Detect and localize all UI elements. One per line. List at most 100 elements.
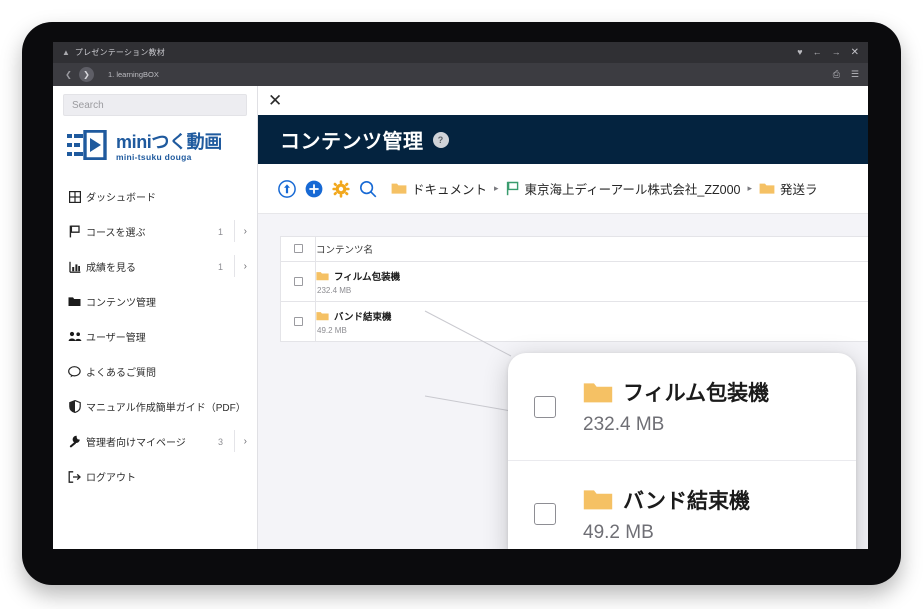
app-logo-text: miniつく動画 mini-tsuku douga — [116, 133, 222, 162]
sidebar-item-user-management[interactable]: ユーザー管理 — [53, 319, 257, 354]
browser-tabstrip: ❮ ❯ 1. learningBOX ⎙ ☰ — [53, 63, 868, 86]
flag-icon — [506, 181, 520, 196]
nav-forward-button[interactable]: ❯ — [79, 67, 94, 82]
breadcrumb-item-shipping[interactable]: 発送ラ — [759, 179, 818, 198]
sidebar-item-manual-guide-pdf[interactable]: マニュアル作成簡単ガイド（PDF） — [53, 389, 257, 424]
search-icon[interactable] — [359, 180, 377, 198]
folder-icon — [391, 182, 407, 195]
chevron-right-icon: › — [243, 226, 247, 237]
sidebar-item-select-course[interactable]: コースを選ぶ 1 › — [53, 214, 257, 249]
folder-icon — [583, 488, 613, 511]
tabstrip-actions: ⎙ ☰ — [833, 70, 868, 79]
wrench-icon — [67, 435, 82, 448]
magnified-row-title: フィルム包装機 — [583, 377, 769, 407]
sidebar-item-count: 1 — [218, 219, 236, 242]
grid-icon — [67, 190, 82, 203]
heart-icon[interactable]: ♥ — [797, 48, 802, 57]
mini-tsuku-logo-icon — [67, 129, 109, 165]
sidebar-item-view-grades[interactable]: 成績を見る 1 › — [53, 249, 257, 284]
search-input[interactable] — [63, 94, 247, 116]
arrow-right-icon[interactable]: → — [832, 48, 841, 57]
sidebar-item-admin-mypage[interactable]: 管理者向けマイページ 3 › — [53, 424, 257, 459]
row-size: 49.2 MB — [317, 325, 347, 335]
magnified-rows-callout: フィルム包装機 232.4 MB バンド結束機 49.2 MB — [508, 353, 856, 549]
sidebar-search-wrap — [53, 86, 257, 116]
sidebar-item-label: コンテンツ管理 — [86, 298, 156, 309]
row-checkbox[interactable] — [534, 503, 556, 525]
window-title: プレゼンテーション教材 — [74, 48, 165, 57]
sidebar-item-logout[interactable]: ログアウト — [53, 459, 257, 494]
close-icon[interactable]: ✕ — [268, 92, 282, 109]
sidebar-item-faq[interactable]: よくあるご質問 — [53, 354, 257, 389]
folder-icon — [583, 381, 613, 404]
content-table: コンテンツ名 フィルム包装機 232.4 MB バンド結束機 49.2 MB — [280, 236, 868, 342]
column-header-name: コンテンツ名 — [315, 236, 868, 262]
chat-icon — [67, 365, 82, 378]
row-checkbox[interactable] — [534, 395, 556, 418]
share-icon[interactable]: ⎙ — [833, 70, 840, 79]
bar-chart-icon — [67, 261, 82, 273]
row-size: 232.4 MB — [317, 285, 352, 295]
row-title-label: フィルム包装機 — [334, 271, 401, 283]
sidebar-item-label: コースを選ぶ — [86, 228, 146, 239]
close-icon[interactable]: ✕ — [851, 47, 859, 58]
magnified-row-text: バンド結束機 49.2 MB — [583, 485, 750, 544]
upload-circle-icon[interactable] — [278, 179, 296, 198]
page-header: コンテンツ管理 ? — [258, 115, 868, 164]
folder-icon — [759, 182, 775, 195]
sidebar: miniつく動画 mini-tsuku douga ダッシュボード コースを選ぶ — [53, 86, 258, 549]
sidebar-item-label: ユーザー管理 — [86, 333, 146, 344]
sidebar-item-label: 管理者向けマイページ — [86, 438, 186, 449]
sidebar-item-content-management[interactable]: コンテンツ管理 — [53, 284, 257, 319]
folder-icon — [316, 311, 329, 321]
nav-back-button[interactable]: ❮ — [61, 67, 76, 82]
magnified-row-name: バンド結束機 — [623, 489, 751, 513]
sidebar-item-label: ログアウト — [86, 473, 136, 484]
folder-icon — [67, 296, 82, 307]
sidebar-item-label: マニュアル作成簡単ガイド（PDF） — [86, 403, 246, 414]
magnified-row[interactable]: フィルム包装機 232.4 MB — [508, 353, 856, 460]
magnified-row-name: フィルム包装機 — [623, 382, 770, 405]
magnified-row-text: フィルム包装機 232.4 MB — [583, 377, 769, 436]
select-all-checkbox[interactable] — [293, 244, 303, 253]
page-title: コンテンツ管理 — [280, 131, 424, 153]
table-row[interactable]: バンド結束機 49.2 MB — [280, 301, 868, 342]
magnified-row-title: バンド結束機 — [583, 485, 750, 515]
breadcrumb-separator: ▸ — [747, 183, 753, 193]
plus-circle-icon[interactable] — [305, 180, 323, 198]
row-checkbox[interactable] — [293, 316, 303, 326]
breadcrumb-item-company[interactable]: 東京海上ディーアール株式会社_ZZ000 — [506, 179, 741, 198]
row-title[interactable]: フィルム包装機 — [316, 269, 868, 283]
row-name-cell: バンド結束機 49.2 MB — [315, 301, 868, 342]
table-header-row: コンテンツ名 — [280, 236, 868, 262]
app-logo[interactable]: miniつく動画 mini-tsuku douga — [53, 116, 257, 179]
breadcrumb-item-documents[interactable]: ドキュメント — [391, 179, 487, 198]
titlebar-actions: ♥ ← → ✕ — [797, 47, 868, 58]
row-select-cell[interactable] — [280, 301, 316, 342]
list-icon[interactable]: ☰ — [851, 70, 859, 79]
table-row[interactable]: フィルム包装機 232.4 MB — [280, 261, 868, 302]
browser-tab-label[interactable]: 1. learningBOX — [108, 70, 159, 79]
breadcrumb-separator: ▸ — [494, 183, 499, 193]
magnified-row[interactable]: バンド結束機 49.2 MB — [508, 460, 856, 549]
sidebar-item-label: ダッシュボード — [86, 193, 156, 204]
gear-icon[interactable] — [332, 179, 350, 198]
row-name-cell: フィルム包装機 232.4 MB — [315, 261, 868, 302]
breadcrumb-label: 発送ラ — [780, 183, 818, 197]
breadcrumb-label: ドキュメント — [412, 183, 488, 197]
application-body: miniつく動画 mini-tsuku douga ダッシュボード コースを選ぶ — [53, 86, 868, 549]
help-icon[interactable]: ? — [432, 131, 449, 148]
select-all-cell[interactable] — [280, 236, 316, 262]
breadcrumb-label: 東京海上ディーアール株式会社_ZZ000 — [524, 183, 741, 197]
sidebar-item-label: よくあるご質問 — [86, 368, 156, 379]
chevron-up-icon[interactable]: ▲ — [62, 48, 70, 57]
chevron-right-icon: › — [243, 436, 247, 447]
row-title[interactable]: バンド結束機 — [316, 309, 868, 323]
row-select-cell[interactable] — [280, 261, 316, 302]
sidebar-item-dashboard[interactable]: ダッシュボード — [53, 179, 257, 214]
magnified-row-size: 49.2 MB — [583, 521, 654, 543]
content-topbar: ✕ — [258, 86, 868, 115]
row-checkbox[interactable] — [293, 276, 303, 286]
arrow-left-icon[interactable]: ← — [813, 48, 822, 57]
browser-titlebar: ▲ プレゼンテーション教材 ♥ ← → ✕ — [53, 42, 868, 63]
